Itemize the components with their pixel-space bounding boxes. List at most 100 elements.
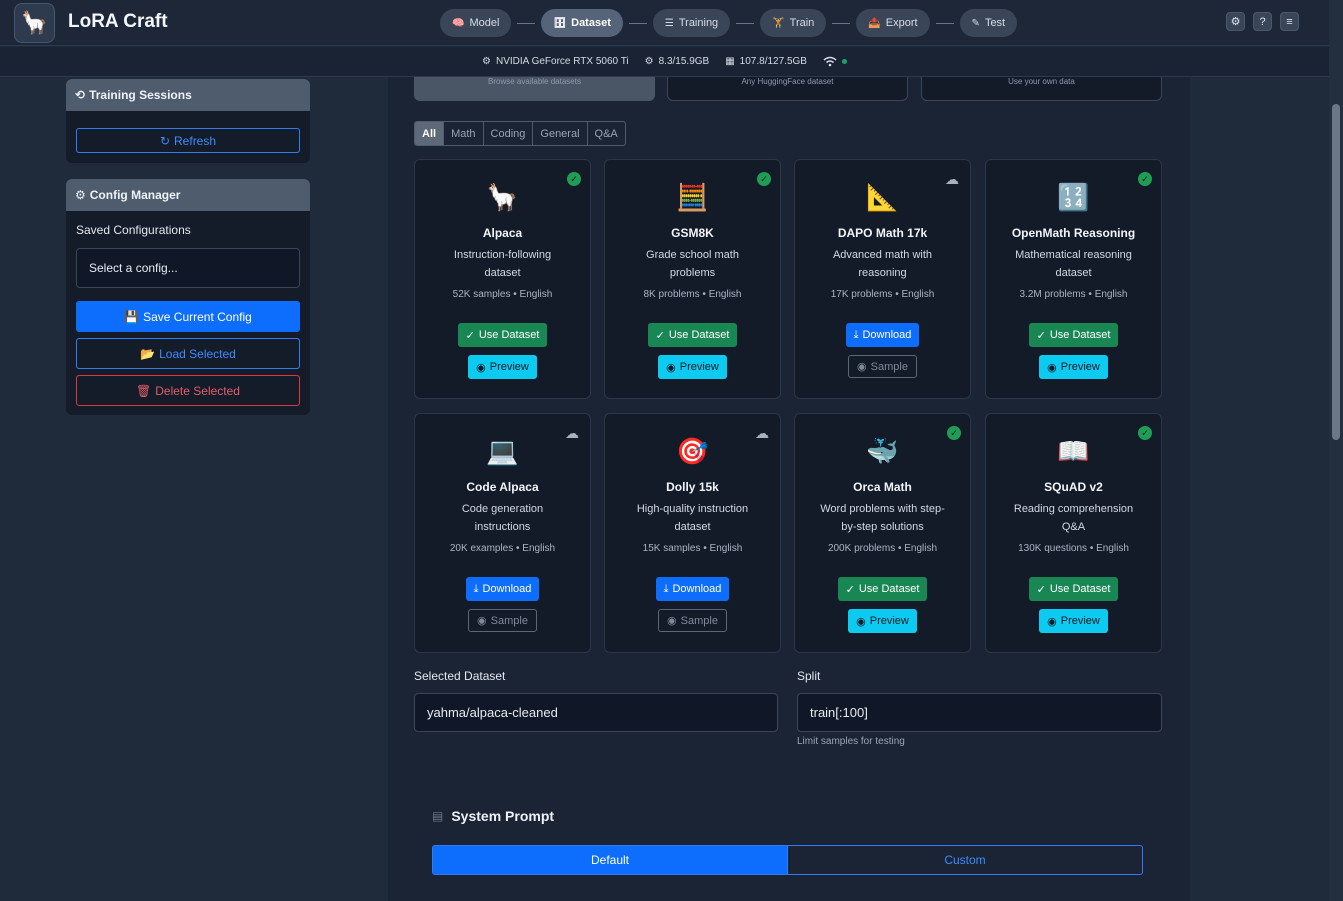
help-icon[interactable]: ? [1253, 12, 1272, 31]
download-button[interactable]: ⤓ Download [655, 577, 730, 601]
config-select[interactable]: Select a config... [76, 248, 300, 288]
dataset-card[interactable]: ☁ 📐 DAPO Math 17k Advanced math with reason… [794, 159, 971, 399]
training-sessions-title: Training Sessions [89, 88, 192, 102]
filter-coding[interactable]: Coding [484, 122, 534, 145]
step-connector [736, 22, 755, 24]
dataset-icon: 🐳 [866, 436, 899, 466]
step-model[interactable]: 🧠 Model [440, 9, 512, 37]
gear-icon[interactable]: ⚙ [1226, 12, 1245, 31]
preview-button[interactable]: ◉ Preview [1039, 609, 1108, 633]
config-manager-title: Config Manager [89, 188, 181, 202]
top-bar: 🦙 LoRA Craft 🧠 Model 🗄 Dataset ☰ Training 🏋 Tra… [0, 0, 1329, 46]
app-logo[interactable]: 🦙 [14, 3, 55, 43]
sample-button[interactable]: ◉ Sample [848, 355, 917, 378]
connection-indicator [841, 59, 847, 64]
use-dataset-button[interactable]: ✓ Use Dataset [647, 323, 738, 347]
button-label: Sample [680, 614, 718, 627]
training-sessions-header: ⟲ Training Sessions [66, 79, 310, 111]
use-dataset-button[interactable]: ✓ Use Dataset [457, 323, 548, 347]
eye-icon: ◉ [477, 615, 487, 627]
llama-logo-icon: 🦙 [20, 10, 49, 35]
source-card-upload[interactable]: Use your own data [921, 77, 1162, 101]
config-manager-panel: ⚙ Config Manager Saved Configurations Sel… [66, 179, 310, 415]
sample-button[interactable]: ◉ Sample [468, 609, 537, 632]
training-sessions-panel: ⟲ Training Sessions ↻ Refresh [66, 79, 310, 163]
app-title: LoRA Craft [68, 11, 168, 32]
preview-button[interactable]: ◉ Preview [468, 355, 537, 379]
dataset-description: Grade school math problems [646, 249, 739, 279]
selected-dataset-input[interactable]: yahma/alpaca-cleaned [414, 693, 778, 732]
ram-value: 107.8/127.5GB [739, 56, 807, 67]
dataset-card[interactable]: ☁ 🎯 Dolly 15k High-quality instruction data… [604, 413, 781, 653]
load-selected-button[interactable]: 📂 Load Selected [76, 338, 300, 369]
dataset-meta: 17K problems • English [830, 289, 935, 300]
preview-button[interactable]: ◉ Preview [1039, 355, 1108, 379]
dataset-name: Dolly 15k [666, 480, 719, 494]
filter-math[interactable]: Math [444, 122, 484, 145]
filter-all[interactable]: All [415, 122, 445, 145]
source-card-huggingface[interactable]: Any HuggingFace dataset [667, 77, 908, 101]
floppy-disk-icon: 💾 [124, 309, 140, 324]
preview-button[interactable]: ◉ Preview [658, 355, 727, 379]
delete-selected-label: Delete Selected [155, 383, 240, 398]
eye-icon: ◉ [1047, 615, 1057, 628]
split-label: Split [797, 669, 821, 683]
download-button[interactable]: ⤓ Download [465, 577, 540, 601]
dataset-icon: 🦙 [486, 182, 519, 212]
step-training[interactable]: ☰ Training [652, 9, 731, 37]
source-card-browse[interactable]: Browse available datasets [414, 77, 655, 101]
save-config-button[interactable]: 💾 Save Current Config [76, 301, 300, 332]
button-label: Use Dataset [1049, 583, 1111, 595]
button-label: Preview [1060, 361, 1100, 373]
download-button[interactable]: ⤓ Download [845, 323, 920, 347]
dataset-card[interactable]: ☁ 💻 Code Alpaca Code generation instruction… [414, 413, 591, 653]
step-train[interactable]: 🏋 Train [760, 9, 827, 37]
delete-selected-button[interactable]: 🗑 Delete Selected [76, 375, 300, 406]
step-dataset[interactable]: 🗄 Dataset [541, 9, 623, 37]
dataset-card[interactable]: ✓ 🔢 OpenMath Reasoning Mathematical reasoni… [985, 159, 1162, 399]
dataset-icon: 🎯 [676, 436, 709, 466]
dataset-description: Mathematical reasoning dataset [1015, 249, 1132, 279]
source-caption: Browse available datasets [488, 77, 581, 86]
step-connector [935, 22, 954, 24]
use-dataset-button[interactable]: ✓ Use Dataset [1028, 323, 1119, 347]
dataset-icon: 📖 [1057, 436, 1090, 466]
filter-qa[interactable]: Q&A [588, 122, 625, 145]
history-icon: ⟲ [75, 88, 86, 102]
system-prompt-default-option[interactable]: Default [433, 846, 787, 874]
button-label: Use Dataset [668, 329, 730, 341]
dataset-meta: 20K examples • English [449, 543, 556, 554]
workflow-steps: 🧠 Model 🗄 Dataset ☰ Training 🏋 Train 📤 Export ✎ Tes… [440, 8, 1018, 38]
dataset-meta: 200K problems • English [827, 543, 938, 554]
dataset-icon: 📐 [866, 182, 899, 212]
dataset-card[interactable]: ✓ 📖 SQuAD v2 Reading comprehension Q&A 130K … [985, 413, 1162, 653]
step-test[interactable]: ✎ Test [959, 9, 1018, 37]
scrollbar-thumb[interactable] [1332, 104, 1340, 440]
use-dataset-button[interactable]: ✓ Use Dataset [1028, 577, 1119, 601]
button-label: Use Dataset [858, 583, 920, 595]
vram-status: ⚙ 8.3/15.9GB [645, 56, 710, 67]
step-label: Dataset [571, 17, 611, 29]
dataset-card[interactable]: ✓ 🧮 GSM8K Grade school math problems 8K prob… [604, 159, 781, 399]
menu-icon[interactable]: ≡ [1280, 12, 1299, 31]
scrollbar[interactable] [1329, 0, 1343, 901]
dataset-name: Code Alpaca [466, 480, 539, 494]
use-dataset-button[interactable]: ✓ Use Dataset [837, 577, 928, 601]
system-prompt-custom-option[interactable]: Custom [787, 846, 1142, 874]
eye-icon: ◉ [667, 615, 677, 627]
dataset-card[interactable]: ✓ 🦙 Alpaca Instruction-following dataset 52K… [414, 159, 591, 399]
source-caption: Any HuggingFace dataset [741, 77, 834, 86]
dataset-card[interactable]: ✓ 🐳 Orca Math Word problems with step-by-st… [794, 413, 971, 653]
sample-button[interactable]: ◉ Sample [658, 609, 727, 632]
refresh-button[interactable]: ↻ Refresh [76, 128, 300, 153]
dataset-meta: 130K questions • English [1018, 543, 1129, 554]
step-export[interactable]: 📤 Export [856, 9, 930, 37]
refresh-icon: ↻ [159, 133, 171, 148]
split-input[interactable]: train[:100] [797, 693, 1162, 732]
load-selected-label: Load Selected [159, 346, 236, 361]
preview-button[interactable]: ◉ Preview [848, 609, 917, 633]
gpu-status: ⚙ NVIDIA GeForce RTX 5060 Ti [482, 56, 629, 67]
trash-icon: 🗑 [136, 383, 152, 398]
button-label: Download [672, 583, 722, 595]
filter-general[interactable]: General [533, 122, 588, 145]
